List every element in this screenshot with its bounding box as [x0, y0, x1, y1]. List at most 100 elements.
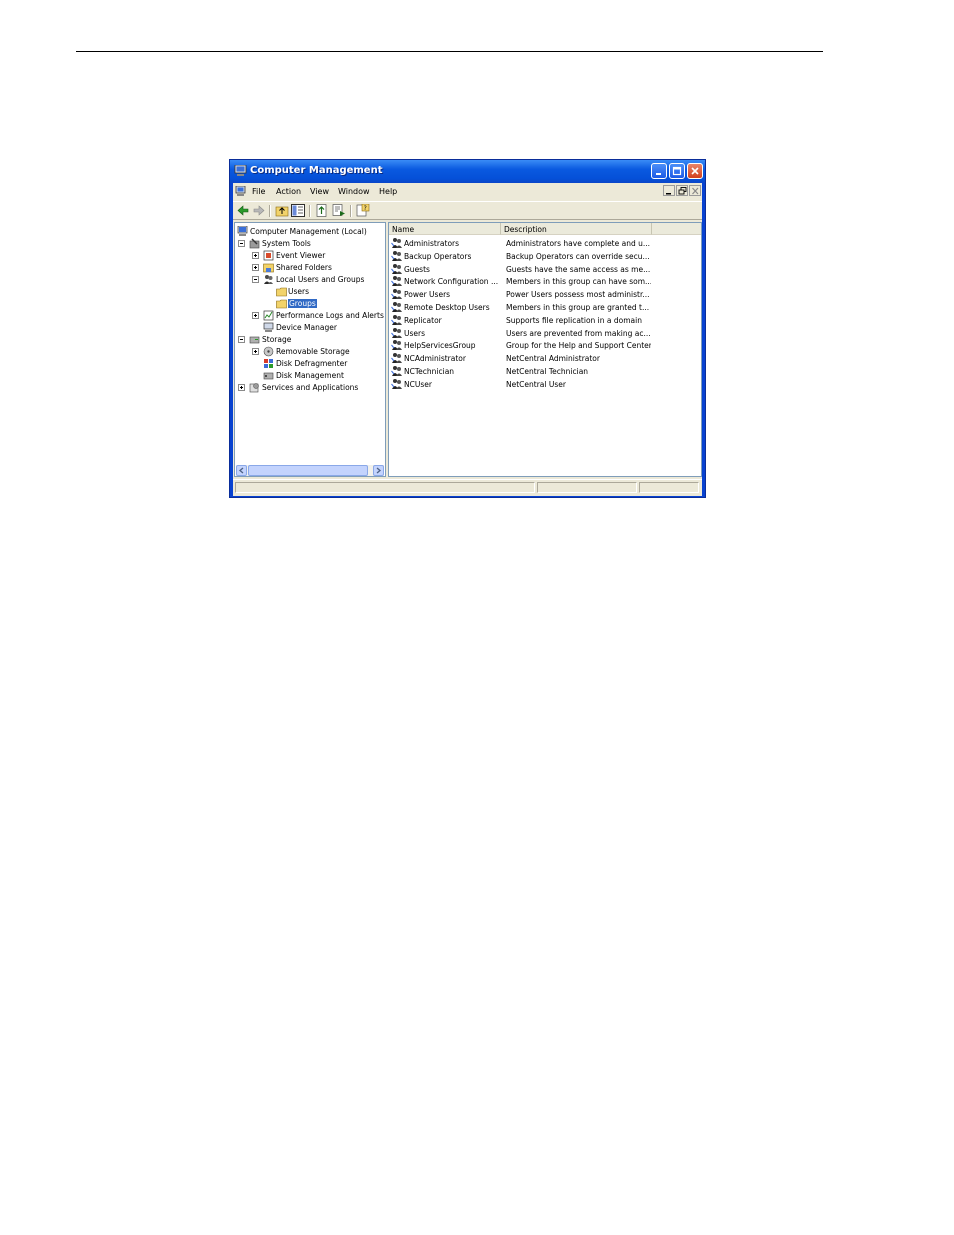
- column-header-label: Name: [392, 225, 415, 234]
- maximize-button[interactable]: [669, 163, 685, 179]
- back-arrow-icon[interactable]: [236, 204, 250, 217]
- export-list-icon[interactable]: [315, 204, 329, 217]
- expand-toggle[interactable]: [252, 312, 259, 319]
- title-bar[interactable]: Computer Management: [230, 160, 705, 183]
- group-list-row[interactable]: NCAdministrator NetCentral Administrator: [391, 352, 701, 364]
- minimize-button[interactable]: [651, 163, 667, 179]
- console-tree: Computer Management (Local) System Tools…: [234, 222, 386, 477]
- group-icon: [391, 250, 402, 261]
- expand-toggle[interactable]: [252, 252, 259, 259]
- storage-icon: [249, 336, 260, 344]
- tree-item-label: Services and Applications: [262, 383, 359, 392]
- tree-item-label: Disk Defragmenter: [276, 359, 348, 368]
- group-name: HelpServicesGroup: [404, 341, 476, 351]
- group-description: Members in this group can have som...: [506, 277, 651, 287]
- group-list-row[interactable]: Remote Desktop Users Members in this grou…: [391, 301, 701, 313]
- minimize-icon: [666, 193, 671, 195]
- group-list-row[interactable]: Users Users are prevented from making ac.…: [391, 327, 701, 339]
- child-restore-button[interactable]: [676, 185, 688, 196]
- tree-item-label: Shared Folders: [276, 263, 332, 272]
- details-list: Name Description Administrators Administr…: [388, 222, 702, 477]
- services-icon: [249, 383, 259, 393]
- forward-arrow-icon[interactable]: [252, 204, 266, 217]
- tree-horizontal-scrollbar[interactable]: [236, 465, 384, 476]
- menu-file[interactable]: File: [252, 187, 265, 196]
- group-name: Network Configuration ...: [404, 277, 499, 287]
- folder-icon: [276, 287, 287, 297]
- group-description: Guests have the same access as me...: [506, 264, 651, 274]
- removable-storage-icon: [263, 346, 274, 357]
- users-groups-icon: [264, 275, 273, 284]
- child-window-icon[interactable]: [235, 186, 246, 196]
- collapse-toggle[interactable]: [238, 240, 245, 247]
- group-description: NetCentral Administrator: [506, 354, 600, 364]
- menu-view[interactable]: View: [310, 187, 329, 196]
- group-list-row[interactable]: Administrators Administrators have comple…: [391, 237, 701, 249]
- status-bar: [233, 479, 702, 496]
- close-icon: [692, 187, 699, 195]
- child-minimize-button[interactable]: [663, 185, 675, 196]
- menu-action[interactable]: Action: [276, 187, 301, 196]
- expand-toggle[interactable]: [238, 384, 245, 391]
- group-description: Group for the Help and Support Center: [506, 341, 651, 351]
- shared-folder-icon: [263, 263, 274, 273]
- event-viewer-icon: [263, 250, 274, 261]
- tree-item-label: Local Users and Groups: [276, 275, 365, 284]
- tools-icon: [249, 238, 260, 249]
- column-header-name[interactable]: Name: [389, 223, 501, 235]
- menu-help[interactable]: Help: [379, 187, 397, 196]
- tree-item-label: Computer Management (Local): [250, 227, 367, 236]
- group-icon: [391, 263, 402, 274]
- group-list-row[interactable]: NCUser NetCentral User: [391, 378, 701, 390]
- scroll-thumb[interactable]: [248, 465, 368, 476]
- group-name: NCTechnician: [404, 367, 455, 376]
- child-close-button[interactable]: [689, 185, 701, 196]
- maximize-icon: [672, 166, 682, 176]
- group-list-row[interactable]: Power Users Power Users possess most admi…: [391, 288, 701, 300]
- group-list-row[interactable]: Network Configuration ... Members in this…: [391, 275, 701, 287]
- group-icon: [391, 366, 402, 376]
- tree-item-label: Users: [288, 287, 310, 296]
- restore-icon: [678, 187, 687, 195]
- scroll-right-button[interactable]: [373, 465, 384, 476]
- chevron-right-icon: [376, 467, 382, 474]
- scroll-left-button[interactable]: [236, 465, 247, 476]
- tree-item-label: Performance Logs and Alerts: [276, 311, 384, 320]
- group-list-row[interactable]: Guests Guests have the same access as me.…: [391, 263, 701, 275]
- group-list-row[interactable]: HelpServicesGroup Group for the Help and …: [391, 339, 701, 351]
- window-client-area: File Action View Window Help ? Computer …: [233, 183, 702, 496]
- close-button[interactable]: [687, 163, 703, 179]
- minimize-icon: [656, 173, 661, 175]
- group-list-row[interactable]: Backup Operators Backup Operators can ove…: [391, 250, 701, 262]
- up-folder-icon[interactable]: [275, 204, 289, 217]
- group-description: Members in this group are granted t...: [506, 303, 650, 312]
- window-title: Computer Management: [250, 165, 383, 176]
- tree-item-label: Disk Management: [276, 371, 344, 380]
- group-icon: [391, 276, 402, 287]
- group-list-row[interactable]: Replicator Supports file replication in a…: [391, 314, 701, 326]
- group-icon: [391, 353, 402, 364]
- menu-window[interactable]: Window: [338, 187, 370, 196]
- page-header-rule: [76, 51, 823, 52]
- group-name: Replicator: [404, 315, 442, 325]
- refresh-icon[interactable]: [332, 204, 346, 217]
- group-list-row[interactable]: NCTechnician NetCentral Technician: [391, 365, 701, 377]
- group-name: NCAdministrator: [404, 354, 466, 364]
- tree-item-label: Storage: [262, 335, 292, 344]
- expand-toggle[interactable]: [252, 348, 259, 355]
- collapse-toggle[interactable]: [238, 336, 245, 343]
- group-name: Remote Desktop Users: [404, 303, 490, 312]
- group-icon: [391, 378, 402, 389]
- collapse-toggle[interactable]: [252, 276, 259, 283]
- chevron-left-icon: [238, 467, 244, 474]
- group-name: Administrators: [404, 239, 460, 248]
- group-icon: [391, 289, 402, 300]
- group-description: Users are prevented from making ac...: [506, 328, 651, 338]
- group-name: Power Users: [404, 290, 451, 300]
- folder-open-icon: [276, 299, 287, 309]
- help-icon[interactable]: ?: [356, 204, 370, 217]
- expand-toggle[interactable]: [252, 264, 259, 271]
- computer-management-icon: [234, 165, 247, 176]
- column-header-description[interactable]: Description: [501, 223, 652, 235]
- show-hide-tree-icon[interactable]: [291, 204, 305, 217]
